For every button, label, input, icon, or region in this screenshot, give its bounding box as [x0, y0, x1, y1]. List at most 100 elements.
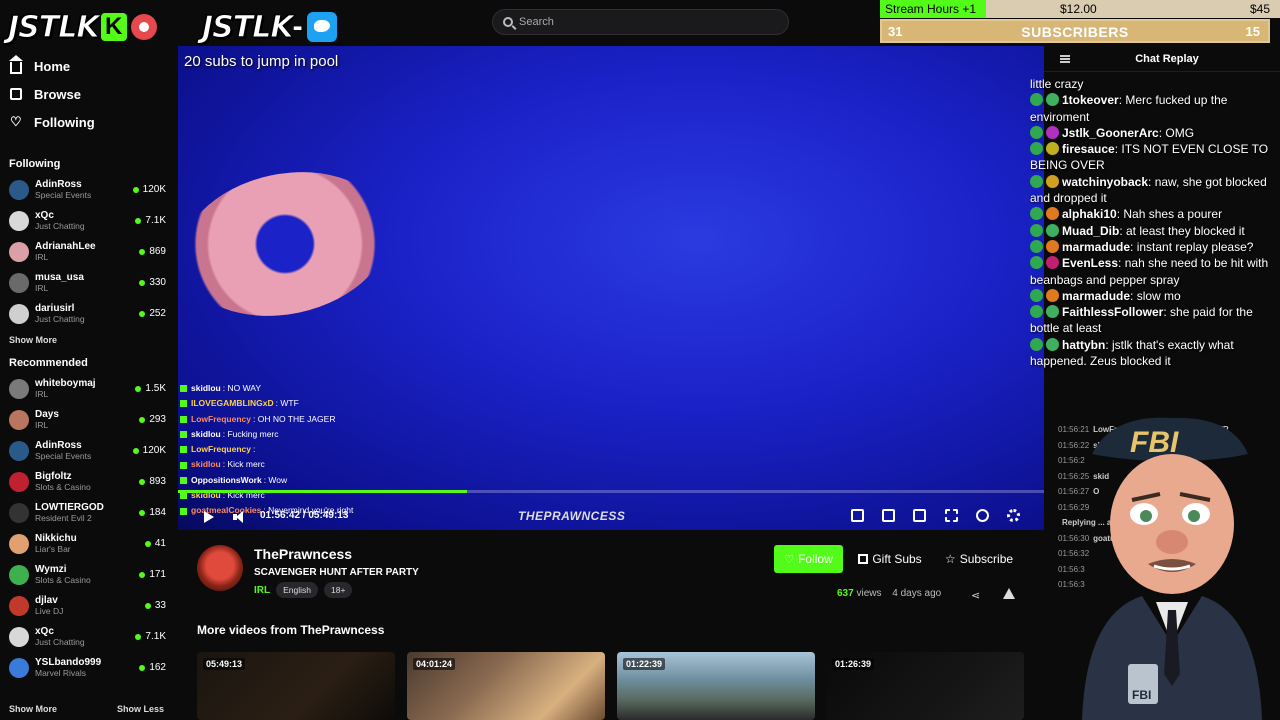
- chat-message: : Fucking merc: [222, 428, 279, 439]
- channel-item[interactable]: LOWTIERGOD Resident Evil 2 184: [0, 497, 176, 528]
- pip-icon[interactable]: [851, 509, 864, 522]
- kick-badge-icon: [1030, 305, 1043, 319]
- theater-icon[interactable]: [882, 509, 895, 522]
- search-bar[interactable]: [492, 9, 789, 35]
- overlay-logo-kick: JSTLK K: [8, 8, 157, 46]
- channel-item[interactable]: xQc Just Chatting 7.1K: [0, 621, 176, 652]
- channel-item[interactable]: musa_usa IRL 330: [0, 267, 176, 298]
- chat-username: watchinyoback: [1062, 174, 1149, 189]
- chat-message: : Kick merc: [222, 459, 265, 470]
- speed-icon[interactable]: [976, 509, 989, 522]
- user-badge-icon: [1046, 256, 1059, 270]
- chat-header: Chat Replay: [1044, 46, 1280, 72]
- subscribe-button[interactable]: ☆ Subscribe: [934, 545, 1024, 573]
- user-badge-icon: [1046, 223, 1059, 237]
- mascot-badge-text: FBI: [1132, 688, 1151, 702]
- share-icon[interactable]: ⋖: [971, 589, 980, 602]
- tag[interactable]: 18+: [324, 582, 353, 598]
- twitter-icon: [306, 12, 337, 42]
- avatar: [9, 440, 29, 461]
- channel-category: Slots & Casino: [35, 482, 91, 492]
- avatar: [9, 210, 29, 231]
- chat-message: : OH NO THE JAGER: [252, 413, 336, 424]
- channel-item[interactable]: AdrianahLee IRL 869: [0, 236, 176, 267]
- channel-avatar[interactable]: [197, 545, 243, 591]
- chat-message-line: 1tokeover: Merc fucked up the enviroment: [1030, 92, 1280, 125]
- channel-item[interactable]: xQc Just Chatting 7.1K: [0, 205, 176, 236]
- miniplayer-icon[interactable]: [913, 509, 926, 522]
- channel-name: Days: [35, 409, 59, 420]
- channel-item[interactable]: YSLbando999 Marvel Rivals 162: [0, 652, 176, 683]
- kick-badge-icon: [1030, 256, 1043, 270]
- stream-hours-goal-bar: Stream Hours +1 $12.00 $45: [880, 0, 1280, 18]
- show-more-link[interactable]: Show More: [9, 704, 57, 720]
- chat-username: Jstlk_GoonerArc: [1062, 125, 1159, 140]
- channel-item[interactable]: dariusirl Just Chatting 252: [0, 298, 176, 329]
- channel-item[interactable]: Wymzi Slots & Casino 171: [0, 559, 176, 590]
- viewer-value: 252: [149, 308, 166, 319]
- play-icon[interactable]: [204, 511, 214, 523]
- channel-item[interactable]: Bigfoltz Slots & Casino 893: [0, 466, 176, 497]
- video-thumbnail[interactable]: 05:49:13: [197, 652, 395, 720]
- channel-name: Nikkichu: [35, 533, 77, 544]
- channel-item[interactable]: djlav Live DJ 33: [0, 590, 176, 621]
- channel-name: Bigfoltz: [35, 471, 72, 482]
- channel-item[interactable]: AdinRoss Special Events 120K: [0, 435, 176, 466]
- recommended-list: whiteboymaj IRL 1.5K Days IRL 293 AdinRoss Spec…: [0, 373, 176, 683]
- tag[interactable]: English: [276, 582, 318, 598]
- video-duration: 05:49:13: [203, 658, 246, 670]
- channel-item[interactable]: whiteboymaj IRL 1.5K: [0, 373, 176, 404]
- video-thumbnail[interactable]: 01:22:39: [617, 652, 815, 720]
- chat-message-line: watchinyoback: naw, she got blocked and …: [1030, 174, 1280, 207]
- viewer-count: 7.1K: [135, 215, 166, 226]
- sidebar: Home Browse ♡ Following Following AdinRo…: [0, 46, 176, 720]
- nav-browse[interactable]: Browse: [0, 80, 176, 108]
- chat-message: : slow mo: [1130, 288, 1181, 303]
- show-less-link[interactable]: Show Less: [117, 704, 164, 720]
- viewer-value: 869: [149, 246, 166, 257]
- channel-item[interactable]: Days IRL 293: [0, 404, 176, 435]
- viewer-value: 120K: [142, 184, 166, 195]
- subscribers-goal-bar: 31 SUBSCRIBERS 15: [880, 19, 1270, 43]
- top-bar: JSTLK K JSTLK -: [0, 0, 880, 46]
- viewer-count: 162: [139, 662, 166, 673]
- menu-icon[interactable]: [1060, 54, 1070, 63]
- video-thumbnail[interactable]: 01:26:39: [826, 652, 1024, 720]
- channel-name: xQc: [35, 626, 54, 637]
- kick-badge-icon: [1030, 125, 1043, 139]
- channel-name[interactable]: ThePrawncess: [254, 546, 352, 562]
- kick-badge-icon: [180, 400, 187, 408]
- follow-button[interactable]: ♡ Follow: [774, 545, 843, 573]
- channel-text: AdrianahLee IRL: [35, 241, 139, 262]
- live-dot-icon: [132, 447, 139, 454]
- channel-text: Bigfoltz Slots & Casino: [35, 471, 139, 492]
- more-videos-title: More videos from ThePrawncess: [197, 623, 385, 637]
- overlay-chat-large: little crazy 1tokeover: Merc fucked up th…: [1030, 76, 1280, 369]
- channel-name: xQc: [35, 210, 54, 221]
- goal-current: $12.00: [1060, 2, 1097, 16]
- nav-following[interactable]: ♡ Following: [0, 108, 176, 136]
- video-player[interactable]: 20 subs to jump in pool skidlou: NO WAY I…: [178, 46, 1044, 530]
- show-more-link[interactable]: Show More: [0, 329, 176, 351]
- gift-subs-button[interactable]: Gift Subs: [852, 545, 928, 573]
- volume-icon[interactable]: [233, 511, 245, 523]
- channel-category: Just Chatting: [35, 637, 85, 647]
- progress-bar[interactable]: [178, 490, 1044, 493]
- overlay-chat-line: OppositionsWork: Wow: [180, 473, 480, 488]
- category-link[interactable]: IRL: [254, 585, 270, 596]
- kick-badge-icon: [1030, 223, 1043, 237]
- kick-badge-icon: [180, 385, 187, 393]
- search-input[interactable]: [519, 16, 769, 28]
- avatar: [9, 471, 29, 492]
- channel-item[interactable]: AdinRoss Special Events 120K: [0, 174, 176, 205]
- chat-username: LowFrequency: [191, 413, 251, 424]
- viewer-value: 7.1K: [145, 215, 166, 226]
- kick-badge-icon: [1030, 207, 1043, 221]
- nav-home[interactable]: Home: [0, 52, 176, 80]
- fullscreen-icon[interactable]: [945, 509, 958, 522]
- video-thumbnail[interactable]: 04:01:24: [407, 652, 605, 720]
- settings-icon[interactable]: [1007, 509, 1020, 522]
- channel-item[interactable]: Nikkichu Liar's Bar 41: [0, 528, 176, 559]
- report-icon[interactable]: [1003, 588, 1015, 599]
- viewer-count: 293: [139, 414, 166, 425]
